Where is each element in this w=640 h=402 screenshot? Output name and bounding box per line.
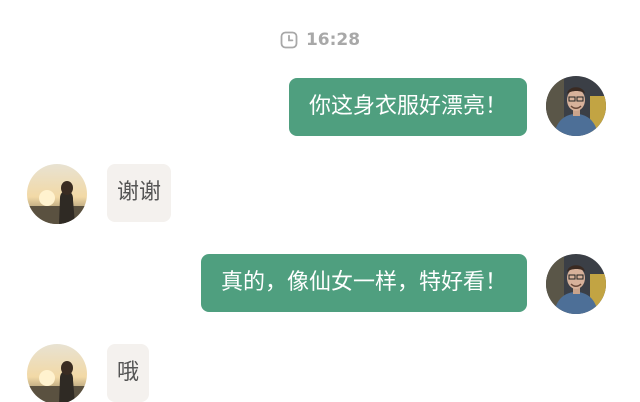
clock-icon	[280, 31, 298, 49]
man-avatar[interactable]	[546, 76, 606, 136]
man-avatar[interactable]	[546, 254, 606, 314]
woman-avatar[interactable]	[27, 164, 87, 224]
chat-timestamp: 16:28	[0, 30, 640, 50]
outgoing-message-bubble[interactable]: 你这身衣服好漂亮！	[288, 78, 527, 136]
message-text: 谢谢	[117, 180, 162, 205]
incoming-message-bubble[interactable]: 谢谢	[107, 164, 172, 222]
message-text: 哦	[117, 360, 140, 385]
message-text: 你这身衣服好漂亮！	[308, 94, 507, 119]
chat-window: 16:28 你这身衣服好漂亮！ 谢谢 真的，像仙女一样，特好看！ 哦	[0, 0, 640, 402]
woman-avatar[interactable]	[27, 344, 87, 402]
message-text: 真的，像仙女一样，特好看！	[220, 270, 507, 295]
incoming-message-bubble[interactable]: 哦	[107, 344, 150, 402]
outgoing-message-bubble[interactable]: 真的，像仙女一样，特好看！	[200, 254, 527, 312]
timestamp-text: 16:28	[305, 30, 361, 50]
